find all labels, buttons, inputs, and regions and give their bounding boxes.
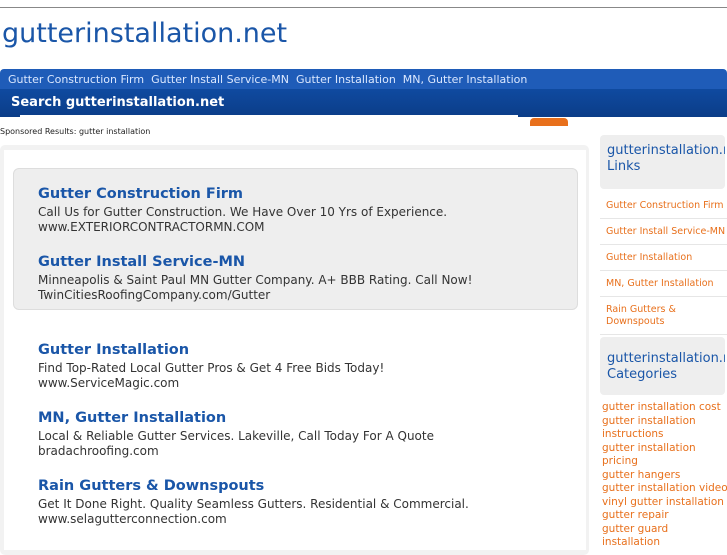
sidebar-link-continued[interactable]: Downspouts xyxy=(600,316,727,335)
ad-title-link[interactable]: Gutter Install Service-MN xyxy=(38,254,472,270)
ad-title-link[interactable]: Gutter Installation xyxy=(38,342,384,358)
ad-url[interactable]: bradachroofing.com xyxy=(38,444,434,459)
category-link[interactable]: gutter installation xyxy=(602,442,727,456)
site-title[interactable]: gutterinstallation.net xyxy=(2,18,287,49)
category-link[interactable]: gutter installation cost xyxy=(602,401,727,415)
nav-item-mn-gutter-installation[interactable]: MN, Gutter Installation xyxy=(403,73,528,86)
ad-item: Gutter Construction Firm Call Us for Gut… xyxy=(38,186,447,235)
sidebar-links-title: gutterinstallation.net Links xyxy=(600,135,725,175)
nav-item-gutter-construction-firm[interactable]: Gutter Construction Firm xyxy=(8,73,144,86)
top-divider xyxy=(0,7,727,8)
ad-item: Rain Gutters & Downspouts Get It Done Ri… xyxy=(38,478,469,527)
top-nav: Gutter Construction Firm Gutter Install … xyxy=(0,69,727,89)
sidebar-categories-header: gutterinstallation.net Categories xyxy=(600,337,725,395)
ad-description: Find Top-Rated Local Gutter Pros & Get 4… xyxy=(38,361,385,375)
category-link[interactable]: gutter installation xyxy=(602,415,727,429)
ad-item: Gutter Installation Find Top-Rated Local… xyxy=(38,342,384,391)
sidebar-categories-title-label: Categories xyxy=(607,367,678,382)
search-label: Search gutterinstallation.net xyxy=(11,95,225,110)
sidebar-links-header: gutterinstallation.net Links xyxy=(600,135,725,189)
sidebar-link[interactable]: Gutter Installation xyxy=(600,245,727,271)
category-link[interactable]: gutter installation video xyxy=(602,482,727,496)
ad-description: Call Us for Gutter Construction. We Have… xyxy=(38,205,448,219)
category-link[interactable]: pricing xyxy=(602,455,727,469)
ad-item: Gutter Install Service-MN Minneapolis & … xyxy=(38,254,472,303)
sidebar-categories-title-site: gutterinstallation.net xyxy=(607,351,725,366)
ad-description: Get It Done Right. Quality Seamless Gutt… xyxy=(38,497,469,511)
sidebar-link[interactable]: Gutter Construction Firm xyxy=(600,193,727,219)
ad-url[interactable]: www.selagutterconnection.com xyxy=(38,512,469,527)
sidebar-link[interactable]: Gutter Install Service-MN xyxy=(600,219,727,245)
category-link[interactable]: installation xyxy=(602,536,727,550)
sidebar-links-title-label: Links xyxy=(607,159,641,174)
sidebar-links-title-site: gutterinstallation.net xyxy=(607,143,725,158)
search-button[interactable] xyxy=(530,118,568,126)
ad-url[interactable]: www.EXTERIORCONTRACTORMN.COM xyxy=(38,220,447,235)
category-link[interactable]: vinyl gutter installation xyxy=(602,496,727,510)
sidebar-categories: gutter installation cost gutter installa… xyxy=(602,401,727,550)
ad-title-link[interactable]: MN, Gutter Installation xyxy=(38,410,434,426)
category-link[interactable]: gutter hangers xyxy=(602,469,727,483)
search-input[interactable] xyxy=(20,115,518,125)
category-link[interactable]: gutter repair xyxy=(602,509,727,523)
sidebar-link[interactable]: Rain Gutters & xyxy=(600,297,727,316)
nav-item-gutter-installation[interactable]: Gutter Installation xyxy=(296,73,396,86)
category-link[interactable]: instructions xyxy=(602,428,727,442)
ad-url[interactable]: TwinCitiesRoofingCompany.com/Gutter xyxy=(38,288,472,303)
nav-item-gutter-install-service[interactable]: Gutter Install Service-MN xyxy=(151,73,289,86)
search-bar: Search gutterinstallation.net xyxy=(0,89,727,117)
ad-description: Local & Reliable Gutter Services. Lakevi… xyxy=(38,429,434,443)
sidebar-links: Gutter Construction Firm Gutter Install … xyxy=(600,193,727,335)
ad-description: Minneapolis & Saint Paul MN Gutter Compa… xyxy=(38,273,473,287)
sidebar-link[interactable]: MN, Gutter Installation xyxy=(600,271,727,297)
ad-title-link[interactable]: Gutter Construction Firm xyxy=(38,186,447,202)
category-link[interactable]: gutter guard xyxy=(602,523,727,537)
ad-url[interactable]: www.ServiceMagic.com xyxy=(38,376,384,391)
ad-title-link[interactable]: Rain Gutters & Downspouts xyxy=(38,478,469,494)
ad-item: MN, Gutter Installation Local & Reliable… xyxy=(38,410,434,459)
sidebar-categories-title: gutterinstallation.net Categories xyxy=(600,337,725,383)
sponsored-results-label: Sponsored Results: gutter installation xyxy=(0,127,151,136)
